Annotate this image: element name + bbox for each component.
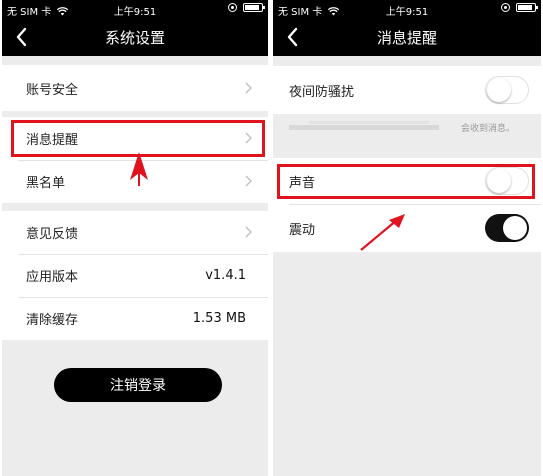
page-title: 消息提醒 [376,29,437,47]
settings-item-label: 黑名单 [26,176,66,191]
settings-item-label: 清除缓存 [26,313,79,328]
settings-group-night: 夜间防骚扰 [273,66,541,114]
left-screen-system-settings: 无 SIM 卡 上午9:51 系统设置 账号安全 消息提醒 黑名单 意见反馈 应… [2,0,268,476]
app-version-value: v1.4.1 [205,268,246,283]
settings-item-label: 账号安全 [26,82,79,98]
nav-bar: 消息提醒 [273,18,541,56]
highlight-box-message-reminder [11,120,265,157]
settings-item-label: 夜间防骚扰 [289,84,355,100]
highlight-box-sound [277,164,535,199]
status-bar: 无 SIM 卡 上午9:51 [2,0,268,18]
settings-item-app-version: 应用版本 v1.4.1 [2,254,268,297]
settings-item-feedback[interactable]: 意见反馈 [2,211,268,254]
settings-item-account-security[interactable]: 账号安全 [2,65,268,111]
chevron-right-icon [245,175,252,187]
lock-rotation-icon [228,3,237,12]
vibrate-toggle[interactable] [485,214,529,242]
settings-item-label: 意见反馈 [26,227,79,242]
nav-bar: 系统设置 [2,18,268,56]
settings-group-account: 账号安全 [2,65,268,111]
chevron-right-icon [245,226,252,238]
hint-text: 会收到消息。 [460,124,515,134]
battery-icon [243,3,265,12]
settings-item-night-mode: 夜间防骚扰 [273,66,541,114]
cache-size-value: 1.53 MB [192,311,246,326]
settings-item-vibrate: 震动 [273,205,541,251]
chevron-right-icon [245,82,252,94]
night-mode-hint: 会收到消息。 [289,118,525,136]
settings-group-about: 意见反馈 应用版本 v1.4.1 清除缓存 1.53 MB [2,211,268,340]
night-mode-toggle[interactable] [485,76,529,104]
lock-rotation-icon [501,3,510,12]
battery-icon [516,3,538,12]
settings-item-label: 应用版本 [26,270,79,285]
logout-button[interactable]: 注销登录 [54,368,222,402]
page-title: 系统设置 [104,29,165,47]
right-screen-message-reminder: 无 SIM 卡 上午9:51 消息提醒 夜间防骚扰 会收到消息。 声音 震动 [273,0,541,476]
settings-item-label: 震动 [289,222,316,238]
settings-item-clear-cache[interactable]: 清除缓存 1.53 MB [2,297,268,340]
status-bar: 无 SIM 卡 上午9:51 [273,0,541,18]
settings-item-blacklist[interactable]: 黑名单 [2,160,268,203]
